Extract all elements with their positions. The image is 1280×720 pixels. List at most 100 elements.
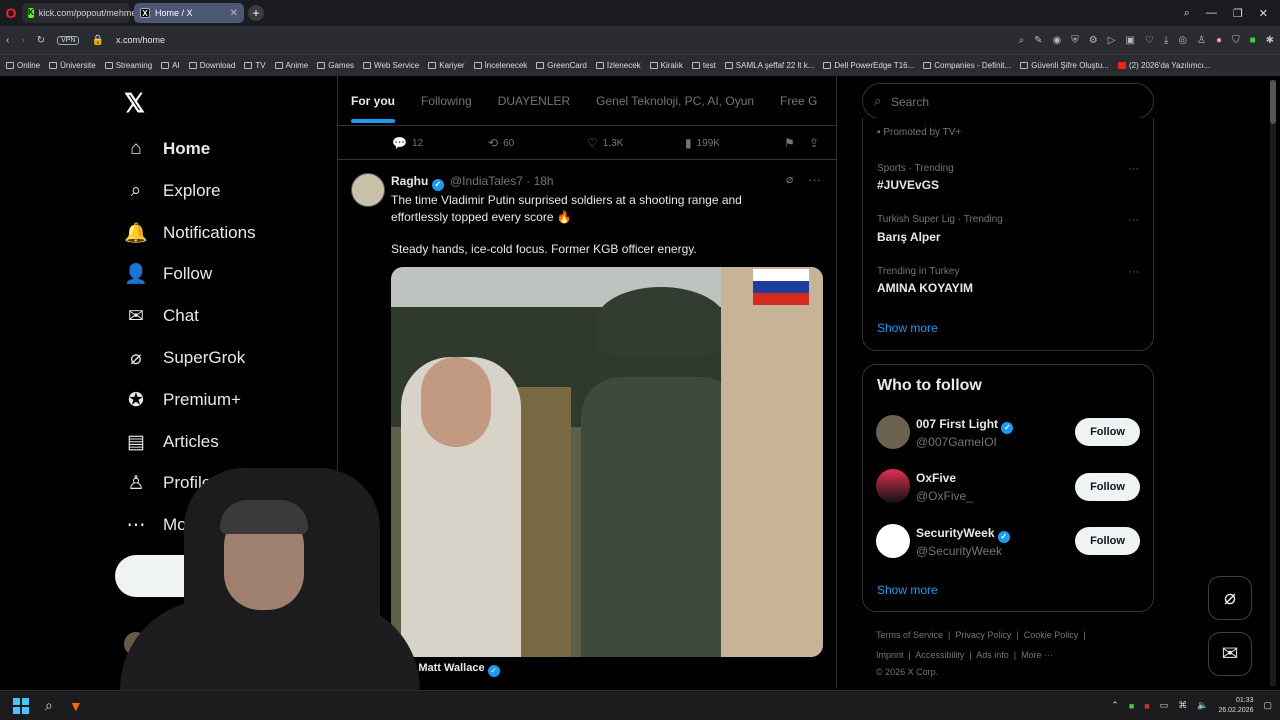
tweet-author[interactable]: Raghu ✓ bbox=[391, 174, 444, 191]
trend-item[interactable]: #JUVEvGS bbox=[877, 178, 939, 192]
avatar[interactable] bbox=[876, 415, 910, 449]
camera2-icon[interactable]: ◎ bbox=[1178, 35, 1187, 46]
app-tray-icon[interactable]: ■ bbox=[1129, 701, 1134, 711]
url-field[interactable]: x.com/home bbox=[116, 35, 165, 45]
close-window-icon[interactable]: ✕ bbox=[1259, 7, 1268, 20]
nav-chat[interactable]: ✉ Chat bbox=[120, 298, 320, 334]
account-name[interactable]: SecurityWeek ✓ bbox=[916, 526, 1010, 543]
footer-link[interactable]: Cookie Policy bbox=[1024, 630, 1079, 640]
follow-button[interactable]: Follow bbox=[1075, 527, 1140, 555]
back-icon[interactable]: ‹ bbox=[6, 35, 9, 46]
search-input[interactable]: ⌕ Search bbox=[862, 83, 1154, 119]
bookmark[interactable]: Streaming bbox=[104, 61, 152, 70]
reload-icon[interactable]: ↻ bbox=[37, 35, 45, 46]
more-icon[interactable]: ··· bbox=[1128, 163, 1139, 175]
bookmark[interactable]: Anime bbox=[274, 61, 308, 70]
share-button[interactable]: ⇪ bbox=[809, 136, 819, 150]
follow-button[interactable]: Follow bbox=[1075, 418, 1140, 446]
bookmark[interactable]: Kiralık bbox=[649, 61, 683, 70]
clock[interactable]: 01:33 26.02.2026 bbox=[1218, 696, 1253, 716]
download-icon[interactable]: ⤓ bbox=[1164, 35, 1168, 46]
opera-logo-icon[interactable]: O bbox=[0, 0, 22, 26]
tab-following[interactable]: Following bbox=[421, 76, 472, 125]
nav-home[interactable]: ⌂ Home bbox=[120, 131, 320, 167]
heart-icon[interactable]: ♡ bbox=[1145, 35, 1154, 46]
bookmark[interactable]: Online bbox=[6, 61, 40, 70]
follow-show-more[interactable]: Show more bbox=[877, 583, 938, 597]
more-icon[interactable]: ··· bbox=[1128, 214, 1139, 226]
bookmark[interactable]: Games bbox=[317, 61, 354, 70]
extension-icon[interactable]: ⚙ bbox=[1089, 35, 1098, 46]
monitor-icon[interactable]: ▭ bbox=[1160, 700, 1169, 711]
account-name[interactable]: OxFive bbox=[916, 471, 956, 485]
network-icon[interactable]: ⌘ bbox=[1178, 700, 1187, 711]
bookmark[interactable]: İncelenecek bbox=[473, 61, 527, 70]
bookmark[interactable]: Web Service bbox=[363, 61, 419, 70]
nav-follow[interactable]: 👤 Follow bbox=[120, 256, 320, 292]
nav-notifications[interactable]: 🔔 Notifications bbox=[120, 215, 320, 251]
tab-free[interactable]: Free G bbox=[780, 76, 817, 125]
footer-link[interactable]: Terms of Service bbox=[876, 630, 943, 640]
ext-puzzle-icon[interactable]: ✱ bbox=[1266, 35, 1274, 46]
bookmark[interactable]: Üniversite bbox=[49, 61, 96, 70]
tweet-avatar[interactable] bbox=[351, 173, 385, 207]
new-tab-button[interactable]: + bbox=[248, 5, 264, 21]
tweet-handle[interactable]: @IndiaTales7 · 18h bbox=[450, 174, 554, 188]
notification-icon[interactable]: ▢ bbox=[1263, 700, 1272, 711]
messages-fab-button[interactable]: ✉ bbox=[1208, 632, 1252, 676]
bookmark[interactable]: Companies - Definit... bbox=[923, 61, 1011, 70]
views-button[interactable]: ▮ 199K bbox=[685, 136, 720, 150]
search-icon[interactable]: ⌕ bbox=[45, 697, 53, 714]
repost-button[interactable]: ⟲ 60 bbox=[488, 136, 514, 150]
more-icon[interactable]: ··· bbox=[1128, 266, 1139, 278]
browser-tab-kick[interactable]: K kick.com/popout/mehme bbox=[22, 3, 136, 23]
cube-icon[interactable]: ▣ bbox=[1125, 35, 1134, 46]
follow-button[interactable]: Follow bbox=[1075, 473, 1140, 501]
bookmark[interactable]: TV bbox=[244, 61, 266, 70]
footer-link[interactable]: More ··· bbox=[1021, 650, 1053, 660]
trends-show-more[interactable]: Show more bbox=[877, 321, 938, 335]
bookmark[interactable]: Güvenli Şifre Oluştu... bbox=[1020, 61, 1109, 70]
nav-premium[interactable]: ✪ Premium+ bbox=[120, 382, 320, 418]
trend-item[interactable]: AMINA KOYAYIM bbox=[877, 281, 973, 295]
brave-icon[interactable]: ▼ bbox=[69, 698, 83, 714]
avatar[interactable] bbox=[876, 524, 910, 558]
close-tab-icon[interactable]: ✕ bbox=[230, 8, 238, 19]
tweet-video[interactable] bbox=[391, 267, 823, 657]
bookmark-button[interactable]: ⚑ bbox=[784, 136, 795, 150]
ext-shield-icon[interactable]: ⛉ bbox=[1232, 35, 1240, 46]
volume-icon[interactable]: 🔈 bbox=[1197, 700, 1208, 711]
more-options-icon[interactable]: ··· bbox=[808, 172, 821, 187]
edit-icon[interactable]: ✎ bbox=[1034, 35, 1042, 46]
like-button[interactable]: ♡ 1.3K bbox=[587, 136, 623, 150]
grok-icon[interactable]: ⌀ bbox=[786, 172, 793, 186]
start-button[interactable] bbox=[13, 697, 29, 714]
ext-green-icon[interactable]: ■ bbox=[1250, 35, 1256, 46]
bookmark[interactable]: Kariyer bbox=[428, 61, 465, 70]
bookmark[interactable]: AI bbox=[161, 61, 180, 70]
trend-item[interactable]: Barış Alper bbox=[877, 230, 941, 244]
browser-tab-x[interactable]: X Home / X ✕ bbox=[134, 3, 244, 23]
bookmark[interactable]: Dell PowerEdge T16... bbox=[823, 61, 914, 70]
chevron-up-icon[interactable]: ⌃ bbox=[1111, 700, 1119, 711]
footer-link[interactable]: Accessibility bbox=[915, 650, 964, 660]
bookmark[interactable]: SAMLA şeffaf 22 lt k... bbox=[724, 61, 814, 70]
grok-fab-button[interactable]: ⌀ bbox=[1208, 576, 1252, 620]
bookmark[interactable]: (2) 2026'da Yazılımcı... bbox=[1118, 61, 1210, 70]
camera-icon[interactable]: ◉ bbox=[1053, 35, 1062, 46]
zoom-icon[interactable]: ⌕ bbox=[1019, 35, 1025, 46]
bookmark[interactable]: test bbox=[691, 61, 716, 70]
tab-genel-teknoloji[interactable]: Genel Teknoloji, PC, AI, Oyun bbox=[596, 76, 754, 125]
restore-icon[interactable]: ❐ bbox=[1233, 7, 1243, 20]
vpn-badge[interactable]: VPN bbox=[57, 35, 80, 45]
bookmark[interactable]: GreenCard bbox=[536, 61, 587, 70]
account-icon[interactable]: ♙ bbox=[1197, 35, 1206, 46]
shield-icon[interactable]: ⛨ bbox=[1071, 35, 1079, 46]
forward-icon[interactable]: › bbox=[21, 35, 24, 46]
reply-button[interactable]: 💬 12 bbox=[392, 136, 423, 150]
play-icon[interactable]: ▷ bbox=[1108, 35, 1116, 46]
bookmark[interactable]: İzlenecek bbox=[595, 61, 641, 70]
avatar[interactable] bbox=[876, 469, 910, 503]
tab-for-you[interactable]: For you bbox=[351, 76, 395, 125]
x-logo[interactable]: 𝕏 bbox=[124, 90, 150, 116]
